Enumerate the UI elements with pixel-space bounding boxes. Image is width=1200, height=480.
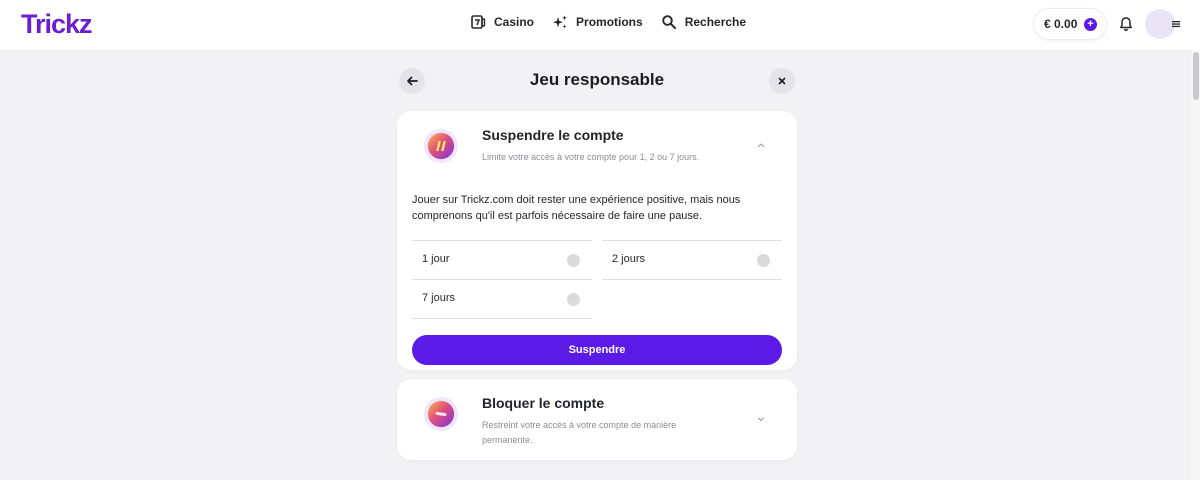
option-7-days[interactable]: 7 jours: [412, 279, 592, 319]
nav-casino-label: Casino: [494, 15, 535, 29]
nav-casino[interactable]: Casino: [470, 14, 534, 30]
suspend-intro-text: Jouer sur Trickz.com doit rester une exp…: [412, 194, 741, 222]
block-account-card[interactable]: Bloquer le compte Restreint votre accès …: [397, 379, 797, 460]
page-scrollbar[interactable]: [1190, 50, 1200, 480]
option-label: 7 jours: [422, 292, 456, 304]
option-label: 2 jours: [612, 253, 646, 265]
back-button[interactable]: [399, 68, 425, 94]
chevron-down-icon[interactable]: [756, 414, 766, 424]
suspend-account-card: Suspendre le compte Limite votre accès à…: [397, 111, 797, 370]
option-1-day[interactable]: 1 jour: [412, 240, 592, 280]
nav-search[interactable]: Recherche: [661, 14, 746, 30]
nav-promotions-label: Promotions: [576, 15, 643, 29]
wallet-balance[interactable]: € 0.00 +: [1033, 8, 1107, 40]
nav-promotions[interactable]: Promotions: [552, 14, 643, 30]
account-menu[interactable]: [1145, 9, 1189, 39]
block-subtitle: Restreint votre accès à votre compte de …: [482, 420, 677, 445]
block-emblem-icon: [424, 397, 458, 431]
balance-amount: € 0.00: [1044, 17, 1078, 31]
nav-search-label: Recherche: [684, 15, 747, 29]
trickz-logo[interactable]: Trickz: [21, 9, 93, 40]
search-icon: [661, 15, 676, 29]
deposit-plus-icon[interactable]: +: [1084, 18, 1097, 31]
casino-icon: [471, 15, 486, 29]
page-title: Jeu responsable: [529, 70, 665, 89]
top-navigation-bar: Trickz Casino Promotions Recherche € 0.0…: [0, 0, 1200, 50]
notification-bell-icon[interactable]: [1118, 16, 1134, 32]
radio-button[interactable]: [757, 254, 770, 267]
option-2-days[interactable]: 2 jours: [602, 240, 782, 280]
radio-button[interactable]: [567, 254, 580, 267]
radio-button[interactable]: [567, 293, 580, 306]
scrollbar-thumb[interactable]: [1193, 52, 1199, 100]
sparkle-icon: [553, 15, 567, 29]
main-nav: Casino Promotions Recherche: [470, 14, 764, 30]
avatar[interactable]: [1145, 9, 1175, 39]
close-button[interactable]: [769, 68, 795, 94]
block-title: Bloquer le compte: [482, 395, 605, 411]
suspend-title: Suspendre le compte: [482, 127, 624, 143]
suspend-button[interactable]: Suspendre: [412, 335, 782, 365]
option-label: 1 jour: [422, 253, 450, 265]
arrow-left-icon: [407, 76, 418, 86]
close-icon: [778, 77, 786, 85]
chevron-up-icon[interactable]: [756, 140, 766, 150]
menu-icon[interactable]: [1172, 20, 1180, 28]
suspend-subtitle: Limite votre accès à votre compte pour 1…: [482, 152, 700, 162]
pause-emblem-icon: [424, 129, 458, 163]
